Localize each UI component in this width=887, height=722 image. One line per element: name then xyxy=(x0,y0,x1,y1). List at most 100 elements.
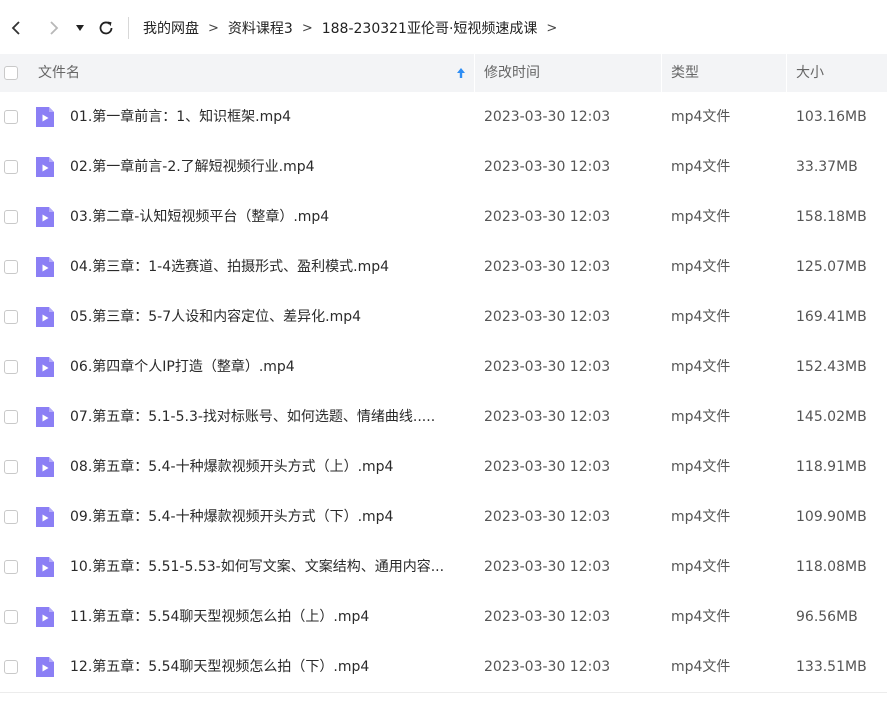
file-name[interactable]: 10.第五章：5.51-5.53-如何写文案、文案结构、通用内容... xyxy=(70,542,470,592)
file-row[interactable]: 05.第三章：5-7人设和内容定位、差异化.mp4 2023-03-30 12:0… xyxy=(0,292,887,342)
file-row[interactable]: 08.第五章：5.4-十种爆款视频开头方式（上）.mp4 2023-03-30 1… xyxy=(0,442,887,492)
row-checkbox[interactable] xyxy=(4,610,18,624)
file-type: mp4文件 xyxy=(671,459,731,475)
row-checkbox[interactable] xyxy=(4,110,18,124)
video-file-icon xyxy=(36,407,54,427)
file-row[interactable]: 01.第一章前言：1、知识框架.mp4 2023-03-30 12:03 mp4文件… xyxy=(0,92,887,142)
file-row[interactable]: 07.第五章：5.1-5.3-找对标账号、如何选题、情绪曲线..... 2023-… xyxy=(0,392,887,442)
select-all-checkbox[interactable] xyxy=(4,66,18,80)
file-modified-date: 2023-03-30 12:03 xyxy=(484,309,611,325)
file-modified-date: 2023-03-30 12:03 xyxy=(484,459,611,475)
video-file-icon xyxy=(36,657,54,677)
file-row[interactable]: 06.第四章个人IP打造（整章）.mp4 2023-03-30 12:03 mp4文… xyxy=(0,342,887,392)
back-button[interactable] xyxy=(2,14,30,42)
row-checkbox[interactable] xyxy=(4,310,18,324)
row-checkbox[interactable] xyxy=(4,460,18,474)
file-size: 125.07MB xyxy=(796,259,867,275)
file-size: 118.91MB xyxy=(796,459,867,475)
file-modified-date: 2023-03-30 12:03 xyxy=(484,259,611,275)
refresh-button[interactable] xyxy=(92,14,120,42)
video-file-icon xyxy=(36,307,54,327)
file-modified-date: 2023-03-30 12:03 xyxy=(484,509,611,525)
forward-button[interactable] xyxy=(40,14,68,42)
file-name[interactable]: 12.第五章：5.54聊天型视频怎么拍（下）.mp4 xyxy=(70,642,470,692)
file-size: 133.51MB xyxy=(796,659,867,675)
column-divider xyxy=(474,54,475,92)
file-modified-date: 2023-03-30 12:03 xyxy=(484,409,611,425)
column-divider xyxy=(661,54,662,92)
file-name[interactable]: 05.第三章：5-7人设和内容定位、差异化.mp4 xyxy=(70,292,470,342)
column-header-name[interactable]: 文件名 xyxy=(38,54,470,92)
file-modified-date: 2023-03-30 12:03 xyxy=(484,209,611,225)
file-name[interactable]: 04.第三章：1-4选赛道、拍摄形式、盈利模式.mp4 xyxy=(70,242,470,292)
file-row[interactable]: 11.第五章：5.54聊天型视频怎么拍（上）.mp4 2023-03-30 12:… xyxy=(0,592,887,642)
breadcrumb: 我的网盘 > 资料课程3 > 188-230321亚伦哥·短视频速成课 > xyxy=(139,18,562,38)
row-checkbox[interactable] xyxy=(4,410,18,424)
file-size: 96.56MB xyxy=(796,609,858,625)
file-row[interactable]: 10.第五章：5.51-5.53-如何写文案、文案结构、通用内容... 2023-… xyxy=(0,542,887,592)
file-row[interactable]: 12.第五章：5.54聊天型视频怎么拍（下）.mp4 2023-03-30 12:… xyxy=(0,642,887,692)
file-size: 169.41MB xyxy=(796,309,867,325)
file-list-header: 文件名 修改时间 类型 大小 xyxy=(0,54,887,92)
file-name[interactable]: 02.第一章前言-2.了解短视频行业.mp4 xyxy=(70,142,470,192)
file-row[interactable]: 03.第二章-认知短视频平台（整章）.mp4 2023-03-30 12:03 mp… xyxy=(0,192,887,242)
refresh-icon xyxy=(99,21,113,35)
file-type: mp4文件 xyxy=(671,559,731,575)
video-file-icon xyxy=(36,357,54,377)
breadcrumb-item-course-folder[interactable]: 资料课程3 xyxy=(224,18,297,38)
file-type: mp4文件 xyxy=(671,209,731,225)
breadcrumb-item-current-folder[interactable]: 188-230321亚伦哥·短视频速成课 xyxy=(318,18,542,38)
breadcrumb-expand-arrow[interactable]: > xyxy=(541,21,562,36)
file-row[interactable]: 04.第三章：1-4选赛道、拍摄形式、盈利模式.mp4 2023-03-30 12… xyxy=(0,242,887,292)
file-name[interactable]: 09.第五章：5.4-十种爆款视频开头方式（下）.mp4 xyxy=(70,492,470,542)
breadcrumb-item-my-drive[interactable]: 我的网盘 xyxy=(139,18,203,38)
file-size: 158.18MB xyxy=(796,209,867,225)
file-type: mp4文件 xyxy=(671,359,731,375)
breadcrumb-separator: > xyxy=(301,20,313,36)
file-type: mp4文件 xyxy=(671,159,731,175)
video-file-icon xyxy=(36,207,54,227)
file-row[interactable]: 02.第一章前言-2.了解短视频行业.mp4 2023-03-30 12:03 mp… xyxy=(0,142,887,192)
file-modified-date: 2023-03-30 12:03 xyxy=(484,659,611,675)
video-file-icon xyxy=(36,507,54,527)
file-modified-date: 2023-03-30 12:03 xyxy=(484,109,611,125)
file-type: mp4文件 xyxy=(671,609,731,625)
column-header-type[interactable]: 类型 xyxy=(671,54,781,92)
file-name[interactable]: 06.第四章个人IP打造（整章）.mp4 xyxy=(70,342,470,392)
column-header-size[interactable]: 大小 xyxy=(796,54,886,92)
video-file-icon xyxy=(36,257,54,277)
file-modified-date: 2023-03-30 12:03 xyxy=(484,359,611,375)
row-checkbox[interactable] xyxy=(4,160,18,174)
video-file-icon xyxy=(36,457,54,477)
sort-ascending-icon xyxy=(457,68,465,78)
row-checkbox[interactable] xyxy=(4,660,18,674)
file-name[interactable]: 01.第一章前言：1、知识框架.mp4 xyxy=(70,92,470,142)
chevron-left-icon xyxy=(11,21,20,35)
file-row[interactable]: 09.第五章：5.4-十种爆款视频开头方式（下）.mp4 2023-03-30 1… xyxy=(0,492,887,542)
file-size: 118.08MB xyxy=(796,559,867,575)
row-checkbox[interactable] xyxy=(4,210,18,224)
video-file-icon xyxy=(36,107,54,127)
list-bottom-border xyxy=(0,692,887,693)
column-header-modified[interactable]: 修改时间 xyxy=(484,54,654,92)
file-size: 145.02MB xyxy=(796,409,867,425)
file-type: mp4文件 xyxy=(671,659,731,675)
file-type: mp4文件 xyxy=(671,509,731,525)
file-size: 103.16MB xyxy=(796,109,867,125)
file-size: 33.37MB xyxy=(796,159,858,175)
file-type: mp4文件 xyxy=(671,309,731,325)
row-checkbox[interactable] xyxy=(4,560,18,574)
row-checkbox[interactable] xyxy=(4,260,18,274)
breadcrumb-separator: > xyxy=(208,20,219,36)
row-checkbox[interactable] xyxy=(4,360,18,374)
file-name[interactable]: 08.第五章：5.4-十种爆款视频开头方式（上）.mp4 xyxy=(70,442,470,492)
toolbar-divider xyxy=(128,17,129,39)
row-checkbox[interactable] xyxy=(4,510,18,524)
file-name[interactable]: 11.第五章：5.54聊天型视频怎么拍（上）.mp4 xyxy=(70,592,470,642)
video-file-icon xyxy=(36,607,54,627)
file-type: mp4文件 xyxy=(671,109,731,125)
file-modified-date: 2023-03-30 12:03 xyxy=(484,609,611,625)
file-name[interactable]: 03.第二章-认知短视频平台（整章）.mp4 xyxy=(70,192,470,242)
file-name[interactable]: 07.第五章：5.1-5.3-找对标账号、如何选题、情绪曲线..... xyxy=(70,392,470,442)
history-dropdown-button[interactable] xyxy=(70,14,90,42)
